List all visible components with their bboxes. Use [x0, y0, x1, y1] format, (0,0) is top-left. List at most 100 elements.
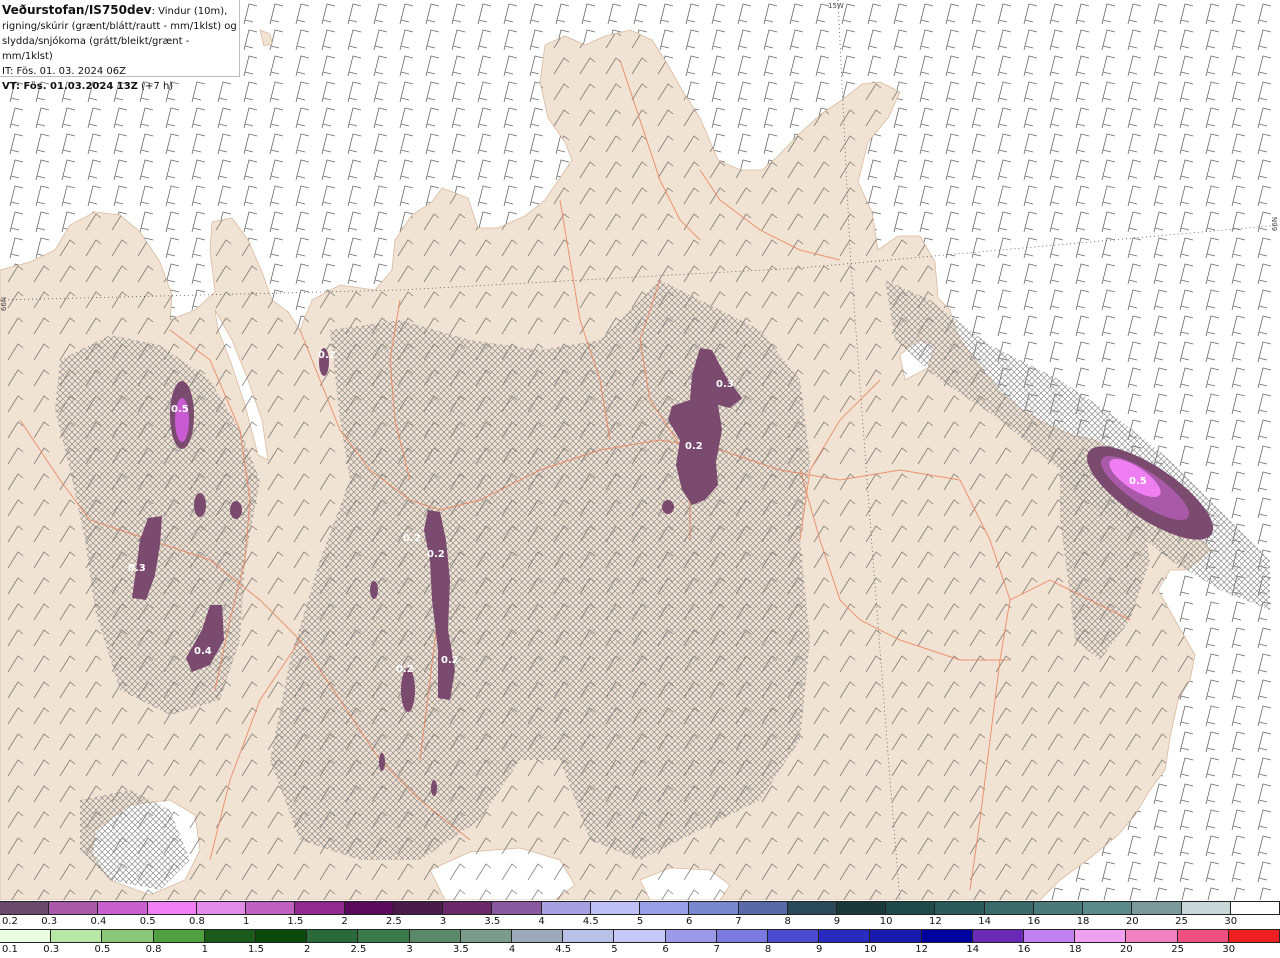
precip-label: 0.5	[1129, 476, 1147, 487]
colorbar-tick-label: 0.4	[90, 916, 107, 927]
colorbar-tick-label: 7	[713, 944, 720, 955]
colorbar-tick-label: 10	[879, 916, 893, 927]
colorbar-cell	[204, 930, 257, 942]
colorbar-cell	[1230, 902, 1280, 914]
colorbar-cell	[819, 930, 871, 942]
colorbar-tick-label: 5	[636, 916, 644, 927]
colorbar-tick-label: 0.3	[41, 916, 58, 927]
colorbar-tick-label: 14	[978, 916, 991, 927]
colorbar-tick-label: 0.8	[145, 944, 162, 955]
colorbar-cell	[1083, 902, 1133, 914]
colorbar-cell	[147, 902, 197, 914]
precip-label: 0.2	[403, 533, 421, 544]
colorbar-tick-label: 2	[341, 916, 348, 927]
colorbar-tick-label: 18	[1068, 944, 1082, 955]
colorbar-tick-label: 5	[611, 944, 618, 955]
colorbar-tick-label: 4.5	[582, 916, 599, 927]
colorbar-cell	[344, 902, 394, 914]
colorbar-cell	[1132, 902, 1182, 914]
colorbar-cell	[246, 902, 296, 914]
colorbar-tick-label: 10	[864, 944, 877, 955]
colorbar-cell	[886, 902, 936, 914]
colorbar-tick-label: 3	[406, 944, 413, 955]
colorbar-tick-label: 12	[915, 944, 928, 955]
colorbar-tick-label: 16	[1027, 916, 1041, 927]
colorbar-cell	[1177, 930, 1229, 942]
colorbar-cell	[689, 902, 739, 914]
precip-blob	[230, 501, 242, 519]
colorbar-cell	[972, 930, 1025, 942]
colorbar-cell	[1075, 930, 1127, 942]
colorbar-cell	[870, 930, 922, 942]
colorbar-cell	[460, 930, 513, 942]
colorbar-tick-label: 0.5	[139, 916, 156, 927]
valid-time: VT: Fös. 01.03.2024 13Z	[2, 81, 138, 92]
colorbar-cell	[51, 930, 103, 942]
colorbar-cell	[1033, 902, 1084, 914]
colorbar-cell	[541, 902, 591, 914]
colorbar-tick-label: 1	[201, 944, 208, 955]
colorbar-tick-label: 6	[662, 944, 669, 955]
colorbar-cell	[358, 930, 410, 942]
header-init-time: IT: Fös. 01. 03. 2024 06Z	[2, 66, 126, 77]
colorbar-cell	[921, 930, 973, 942]
colorbar-cell	[787, 902, 837, 914]
precip-label: 0.3	[716, 379, 734, 390]
precip-blob	[370, 581, 378, 599]
colorbar-cell	[563, 930, 615, 942]
colorbar-cell	[716, 930, 769, 942]
colorbar-tick-label: 0.5	[94, 944, 111, 955]
colorbar-cell	[1181, 902, 1231, 914]
latitude-label-right: 66N	[1271, 216, 1280, 232]
colorbar-tick-label: 1.5	[287, 916, 304, 927]
precip-label: 0.2	[427, 549, 445, 560]
colorbar-snow	[0, 901, 1280, 915]
colorbar-cell	[614, 930, 666, 942]
colorbar-tick-label: 4.5	[555, 944, 572, 955]
colorbar-tick-label: 25	[1175, 916, 1188, 927]
colorbar-cell	[49, 902, 99, 914]
colorbar-cell	[153, 930, 205, 942]
colorbar-tick-label: 0.2	[2, 916, 18, 927]
colorbar-tick-label: 30	[1222, 944, 1236, 955]
colorbar-cell	[512, 930, 564, 942]
colorbar-tick-label: 3.5	[452, 944, 469, 955]
colorbar-tick-label: 4	[508, 944, 516, 955]
colorbar-cell	[836, 902, 887, 914]
colorbar-cell	[590, 902, 641, 914]
header-valid-time: VT: Fös. 01.03.2024 13Z (+7 h)	[2, 79, 239, 94]
colorbar-tick-label: 0.1	[2, 944, 18, 955]
header-title-line: Veðurstofan/IS750dev: Vindur (10m),	[2, 3, 239, 19]
precip-label: 0.2	[685, 441, 703, 452]
colorbar-tick-label: 3	[439, 916, 447, 927]
colorbar-tick-label: 6	[686, 916, 693, 927]
brand-title: Veðurstofan/IS750dev	[2, 3, 152, 17]
colorbar-tick-label: 3.5	[484, 916, 501, 927]
colorbar-tick-label: 2.5	[385, 916, 402, 927]
colorbar-cell	[1024, 930, 1076, 942]
colorbar-cell	[0, 930, 52, 942]
longitude-label: 15W	[828, 2, 844, 10]
precip-blob	[662, 500, 674, 514]
precip-label: 0.2	[441, 655, 459, 666]
colorbar-tick-label: 0.8	[188, 916, 205, 927]
colorbar-cell	[295, 902, 345, 914]
precip-blob	[194, 493, 206, 517]
colorbar-tick-label: 9	[816, 944, 823, 955]
colorbar-cell	[984, 902, 1034, 914]
colorbar-tick-label: 1	[242, 916, 250, 927]
colorbar-tick-label: 1.5	[248, 944, 264, 955]
colorbar-tick-label: 8	[764, 944, 772, 955]
colorbar-cell	[98, 902, 148, 914]
precip-label: 0.3	[128, 563, 146, 574]
colorbar-cell	[443, 902, 493, 914]
precip-label: 0.2	[318, 350, 336, 361]
colorbar-cell	[196, 902, 247, 914]
forecast-map: 0.5 0.3 0.4 0.2 0.2 0.3 0.2 0.5 0.2 0.2 …	[0, 0, 1280, 900]
colorbar-rain	[0, 929, 1280, 943]
map-header: Veðurstofan/IS750dev: Vindur (10m), rign…	[0, 0, 240, 92]
colorbar-tick-label: 7	[735, 916, 742, 927]
colorbar-cell	[409, 930, 461, 942]
colorbar-cell	[1126, 930, 1178, 942]
precip-label: 0.2	[396, 664, 414, 675]
